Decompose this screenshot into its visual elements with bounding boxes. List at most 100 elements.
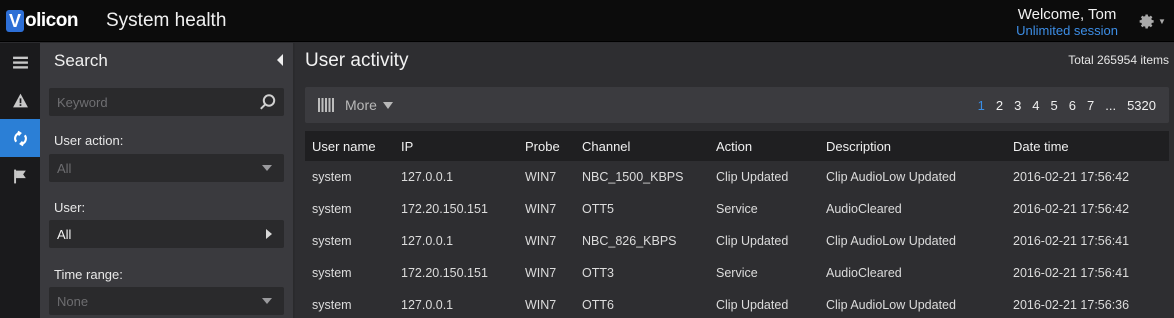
activity-button[interactable] xyxy=(0,119,40,157)
table-cell: WIN7 xyxy=(525,234,557,248)
table-cell: WIN7 xyxy=(525,202,557,216)
column-header[interactable]: Description xyxy=(826,139,891,154)
flag-icon xyxy=(13,169,26,183)
table-cell: Clip AudioLow Updated xyxy=(826,170,956,184)
flag-button[interactable] xyxy=(0,157,40,195)
table-cell: 127.0.0.1 xyxy=(401,170,454,184)
alert-icon xyxy=(12,93,28,107)
keyword-input[interactable] xyxy=(49,88,249,116)
table-cell: OTT6 xyxy=(582,298,614,312)
table-body: system 127.0.0.1 WIN7 NBC_1500_KBPS Clip Upd… xyxy=(305,161,1169,318)
welcome-text: Welcome, Tom xyxy=(1017,6,1117,23)
column-header[interactable]: User name xyxy=(312,139,376,154)
total-count: Total 265954 items xyxy=(1068,53,1169,67)
table-cell: 2016-02-21 17:56:42 xyxy=(1013,170,1130,184)
chevron-down-icon[interactable] xyxy=(383,102,393,109)
table-cell: system xyxy=(312,266,352,280)
table-cell: NBC_826_KBPS xyxy=(582,234,677,248)
table-cell: system xyxy=(312,202,352,216)
more-button[interactable]: More xyxy=(345,97,377,113)
page-link[interactable]: 6 xyxy=(1069,98,1076,113)
search-title: Search xyxy=(54,51,108,70)
chevron-down-icon xyxy=(262,165,272,171)
table-cell: 2016-02-21 17:56:41 xyxy=(1013,234,1130,248)
time-range-value: None xyxy=(57,294,89,309)
table-cell: system xyxy=(312,298,352,312)
table-cell: 2016-02-21 17:56:41 xyxy=(1013,266,1130,280)
table-row[interactable]: system 127.0.0.1 WIN7 NBC_826_KBPS Clip Upda… xyxy=(305,225,1169,257)
column-header[interactable]: Probe xyxy=(525,139,560,154)
column-header[interactable]: Action xyxy=(716,139,752,154)
table-cell: 2016-02-21 17:56:36 xyxy=(1013,298,1130,312)
user-welcome: Welcome, Tom Unlimited session xyxy=(1016,6,1118,39)
table-cell: Clip AudioLow Updated xyxy=(826,298,956,312)
table-cell: WIN7 xyxy=(525,298,557,312)
logo[interactable]: V olicon xyxy=(6,8,78,34)
page-link[interactable]: 2 xyxy=(996,98,1003,113)
page-link[interactable]: 3 xyxy=(1014,98,1021,113)
page-link[interactable]: 5 xyxy=(1051,98,1058,113)
table-cell: system xyxy=(312,170,352,184)
logo-text: olicon xyxy=(25,10,78,31)
pagination: 1 2 3 4 5 6 7... 5320 xyxy=(967,98,1156,113)
page-link[interactable]: 7 xyxy=(1087,98,1094,113)
menu-icon xyxy=(12,56,28,69)
table-cell: 127.0.0.1 xyxy=(401,298,454,312)
table-row[interactable]: system 172.20.150.151 WIN7 OTT3 Service Audio… xyxy=(305,257,1169,289)
nav-rail xyxy=(0,43,40,318)
table-row[interactable]: system 172.20.150.151 WIN7 OTT5 Service Audio… xyxy=(305,193,1169,225)
column-header[interactable]: IP xyxy=(401,139,413,154)
page-link[interactable]: 1 xyxy=(978,98,985,113)
main-content: User activity Total 265954 items More 12… xyxy=(295,43,1174,318)
user-action-value: All xyxy=(57,161,72,176)
user-select[interactable]: All xyxy=(49,220,284,248)
settings-button[interactable]: ▼ xyxy=(1136,9,1170,33)
collapse-left-icon[interactable] xyxy=(277,54,283,66)
table-cell: Service xyxy=(716,202,758,216)
page-link[interactable]: 4 xyxy=(1032,98,1039,113)
table-cell: Clip Updated xyxy=(716,170,789,184)
chevron-right-icon xyxy=(266,229,272,239)
keyword-field[interactable] xyxy=(49,88,284,116)
session-link[interactable]: Unlimited session xyxy=(1016,23,1118,39)
chevron-down-icon xyxy=(262,298,272,304)
table-cell: Clip Updated xyxy=(716,298,789,312)
gear-icon xyxy=(1139,14,1154,29)
column-header[interactable]: Date time xyxy=(1013,139,1069,154)
column-header[interactable]: Channel xyxy=(582,139,630,154)
search-panel: Search User action: All User: All Time r… xyxy=(40,43,294,318)
table-toolbar: More 1 2 3 4 5 6 7... 5320 xyxy=(305,87,1169,123)
table-header: User name IP Probe Channel Action Description… xyxy=(305,131,1169,161)
refresh-icon xyxy=(13,130,27,146)
table-row[interactable]: system 127.0.0.1 WIN7 NBC_1500_KBPS Clip Upd… xyxy=(305,161,1169,193)
table-cell: Clip AudioLow Updated xyxy=(826,234,956,248)
user-value: All xyxy=(57,227,72,242)
user-action-select[interactable]: All xyxy=(49,154,284,182)
alerts-button[interactable] xyxy=(0,81,40,119)
search-icon[interactable] xyxy=(259,93,277,111)
menu-button[interactable] xyxy=(0,43,40,81)
table-cell: 2016-02-21 17:56:42 xyxy=(1013,202,1130,216)
table-cell: 172.20.150.151 xyxy=(401,266,488,280)
table-cell: system xyxy=(312,234,352,248)
user-label: User: xyxy=(54,200,86,215)
logo-mark: V xyxy=(6,10,24,32)
page-link[interactable]: 5320 xyxy=(1127,98,1156,113)
app-title: System health xyxy=(106,10,227,31)
table-cell: Clip Updated xyxy=(716,234,789,248)
table-cell: AudioCleared xyxy=(826,202,902,216)
table-cell: 172.20.150.151 xyxy=(401,202,488,216)
time-range-select[interactable]: None xyxy=(49,287,284,315)
table-cell: OTT5 xyxy=(582,202,614,216)
page-ellipsis: ... xyxy=(1105,98,1117,113)
columns-icon[interactable] xyxy=(318,98,334,112)
top-bar: V olicon System health Welcome, Tom Unli… xyxy=(0,0,1174,42)
table-cell: WIN7 xyxy=(525,170,557,184)
table-cell: Service xyxy=(716,266,758,280)
user-action-label: User action: xyxy=(54,133,124,148)
table-cell: WIN7 xyxy=(525,266,557,280)
table-row[interactable]: system 127.0.0.1 WIN7 OTT6 Clip Updated Clip … xyxy=(305,289,1169,318)
chevron-down-icon: ▼ xyxy=(1158,16,1166,26)
table-cell: 127.0.0.1 xyxy=(401,234,454,248)
table-cell: NBC_1500_KBPS xyxy=(582,170,684,184)
